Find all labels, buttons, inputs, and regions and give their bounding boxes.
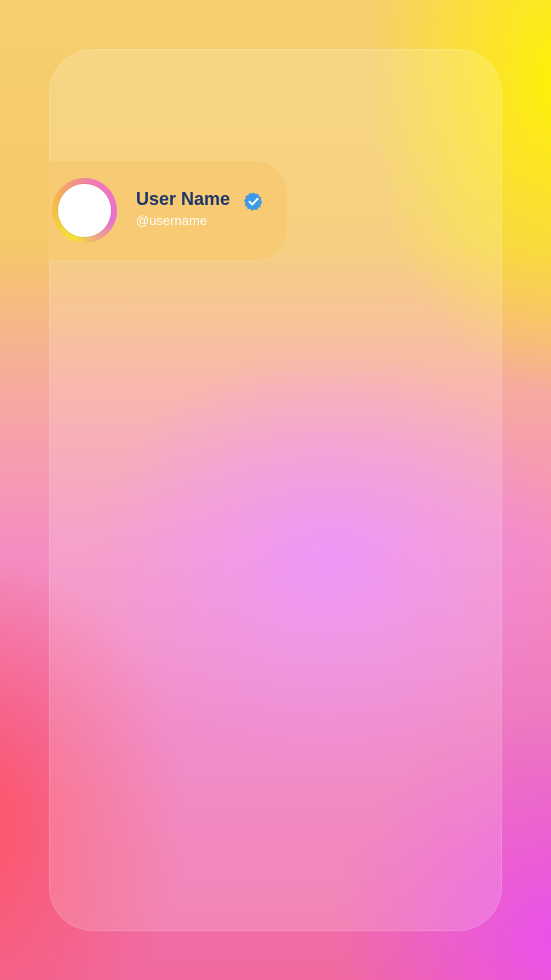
verified-badge-icon bbox=[243, 192, 263, 211]
display-name: User Name bbox=[136, 189, 231, 209]
username-handle: @username bbox=[136, 213, 208, 228]
avatar[interactable] bbox=[58, 184, 111, 237]
